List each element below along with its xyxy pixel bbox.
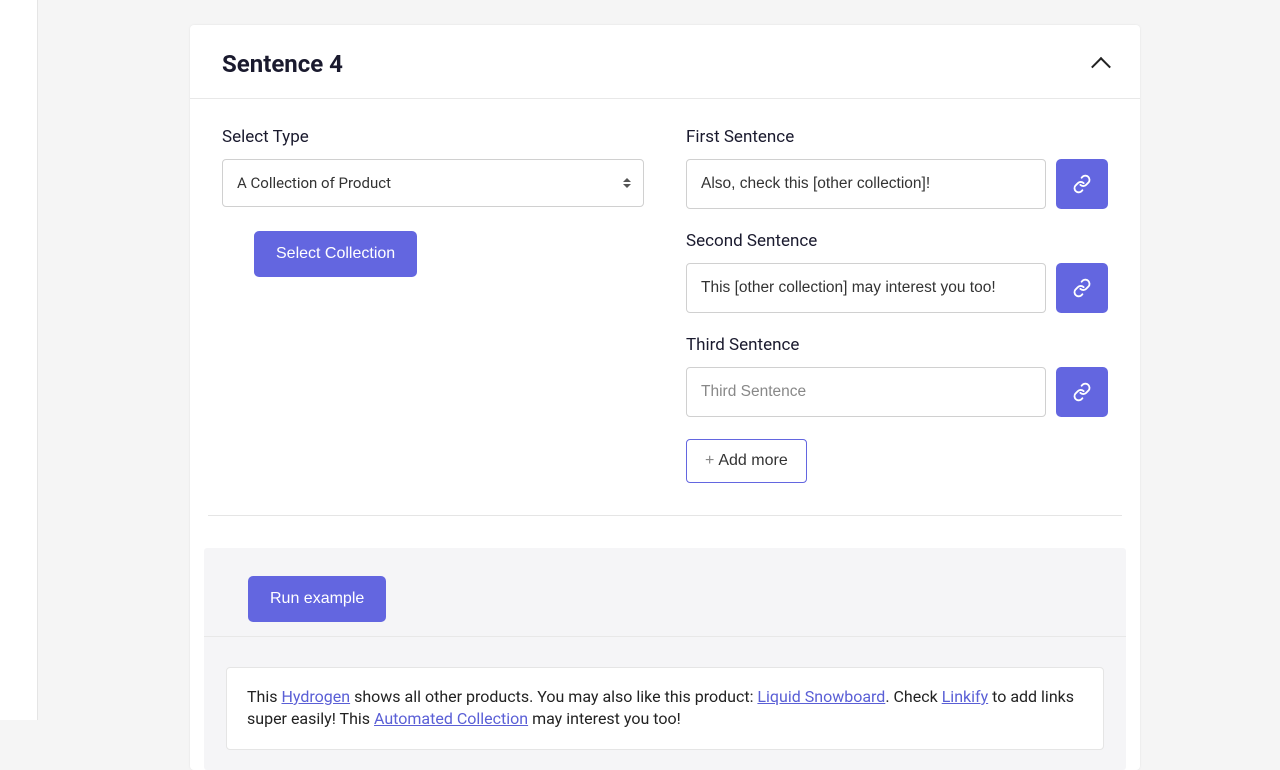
card-body: Select Type A Collection of Product Sele… [190, 99, 1140, 515]
second-sentence-label: Second Sentence [686, 231, 1108, 251]
select-caret-icon [623, 178, 631, 188]
add-more-button[interactable]: + Add more [686, 439, 807, 483]
left-sidebar [0, 0, 38, 720]
add-more-label: Add more [718, 452, 787, 470]
example-header: Run example [204, 548, 1126, 637]
card-header: Sentence 4 [190, 25, 1140, 99]
select-collection-button[interactable]: Select Collection [254, 231, 417, 277]
run-example-button[interactable]: Run example [248, 576, 386, 622]
example-text-part: shows all other products. You may also l… [350, 687, 757, 706]
second-sentence-group: Second Sentence [686, 231, 1108, 313]
left-column: Select Type A Collection of Product Sele… [222, 127, 644, 483]
select-type-dropdown[interactable]: A Collection of Product [222, 159, 644, 207]
select-type-label: Select Type [222, 127, 644, 147]
first-sentence-label: First Sentence [686, 127, 1108, 147]
example-link-automated-collection[interactable]: Automated Collection [374, 709, 528, 728]
link-icon [1072, 278, 1092, 298]
example-text-part: . Check [885, 687, 941, 706]
example-block: Run example This Hydrogen shows all othe… [204, 548, 1126, 770]
third-sentence-link-button[interactable] [1056, 367, 1108, 417]
second-sentence-link-button[interactable] [1056, 263, 1108, 313]
third-sentence-input[interactable] [686, 367, 1046, 417]
first-sentence-group: First Sentence [686, 127, 1108, 209]
first-sentence-input[interactable] [686, 159, 1046, 209]
right-column: First Sentence Second Sentence [686, 127, 1108, 483]
example-link-liquid-snowboard[interactable]: Liquid Snowboard [757, 687, 885, 706]
example-text-part: may interest you too! [528, 709, 681, 728]
chevron-up-icon[interactable] [1091, 57, 1111, 77]
third-sentence-group: Third Sentence [686, 335, 1108, 417]
card-title: Sentence 4 [222, 50, 343, 78]
plus-icon: + [705, 452, 714, 470]
sentence-card: Sentence 4 Select Type A Collection of P… [190, 25, 1140, 770]
example-output: This Hydrogen shows all other products. … [226, 667, 1104, 750]
second-sentence-input[interactable] [686, 263, 1046, 313]
select-type-value: A Collection of Product [237, 174, 391, 192]
third-sentence-label: Third Sentence [686, 335, 1108, 355]
example-text-part: This [247, 687, 281, 706]
link-icon [1072, 174, 1092, 194]
example-link-hydrogen[interactable]: Hydrogen [281, 687, 350, 706]
first-sentence-link-button[interactable] [1056, 159, 1108, 209]
divider [208, 515, 1122, 516]
example-link-linkify[interactable]: Linkify [942, 687, 988, 706]
link-icon [1072, 382, 1092, 402]
